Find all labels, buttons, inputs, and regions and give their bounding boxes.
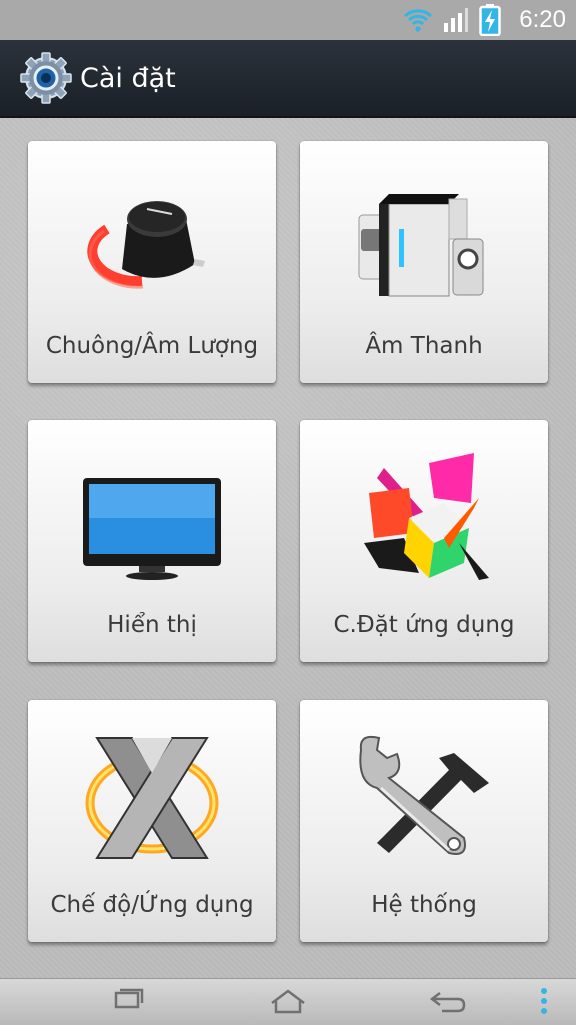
wifi-icon	[404, 9, 433, 32]
signal-icon	[444, 8, 469, 32]
battery-charging-icon	[479, 4, 502, 36]
status-bar: 6:20	[0, 0, 576, 40]
x-mode-icon	[85, 737, 219, 859]
app-cubes-icon	[364, 453, 489, 580]
tile-label: Âm Thanh	[365, 333, 483, 359]
tile-display[interactable]: Hiển thị	[28, 420, 276, 662]
tile-mode-apps[interactable]: Chế độ/Ứng dụng	[28, 700, 276, 942]
clock: 6:20	[519, 6, 566, 33]
settings-grid: Chuông/Âm Lượng Âm Thanh Hiển thị C.Đặt …	[0, 118, 576, 978]
tile-label: Chế độ/Ứng dụng	[50, 892, 254, 918]
tile-sound[interactable]: Âm Thanh	[300, 141, 548, 383]
settings-gear-icon[interactable]	[20, 52, 72, 104]
speakers-icon	[358, 194, 484, 297]
tile-label: Hiển thị	[107, 612, 197, 638]
page-title: Cài đặt	[80, 62, 176, 94]
wrench-hammer-icon	[359, 735, 489, 855]
tile-ringtone-volume[interactable]: Chuông/Âm Lượng	[28, 141, 276, 383]
tile-app-settings[interactable]: C.Đặt ứng dụng	[300, 420, 548, 662]
recent-apps-icon[interactable]	[98, 985, 158, 1019]
tile-system[interactable]: Hệ thống	[300, 700, 548, 942]
home-icon[interactable]	[258, 985, 318, 1019]
back-icon[interactable]	[418, 985, 478, 1019]
tile-label: Hệ thống	[371, 892, 477, 918]
menu-dots-icon[interactable]	[514, 985, 574, 1019]
monitor-icon	[83, 478, 221, 580]
action-bar: Cài đặt	[0, 40, 576, 118]
volume-knob-icon	[87, 201, 205, 289]
tile-label: C.Đặt ứng dụng	[333, 612, 515, 638]
tile-label: Chuông/Âm Lượng	[45, 333, 259, 359]
navigation-bar	[0, 978, 576, 1025]
